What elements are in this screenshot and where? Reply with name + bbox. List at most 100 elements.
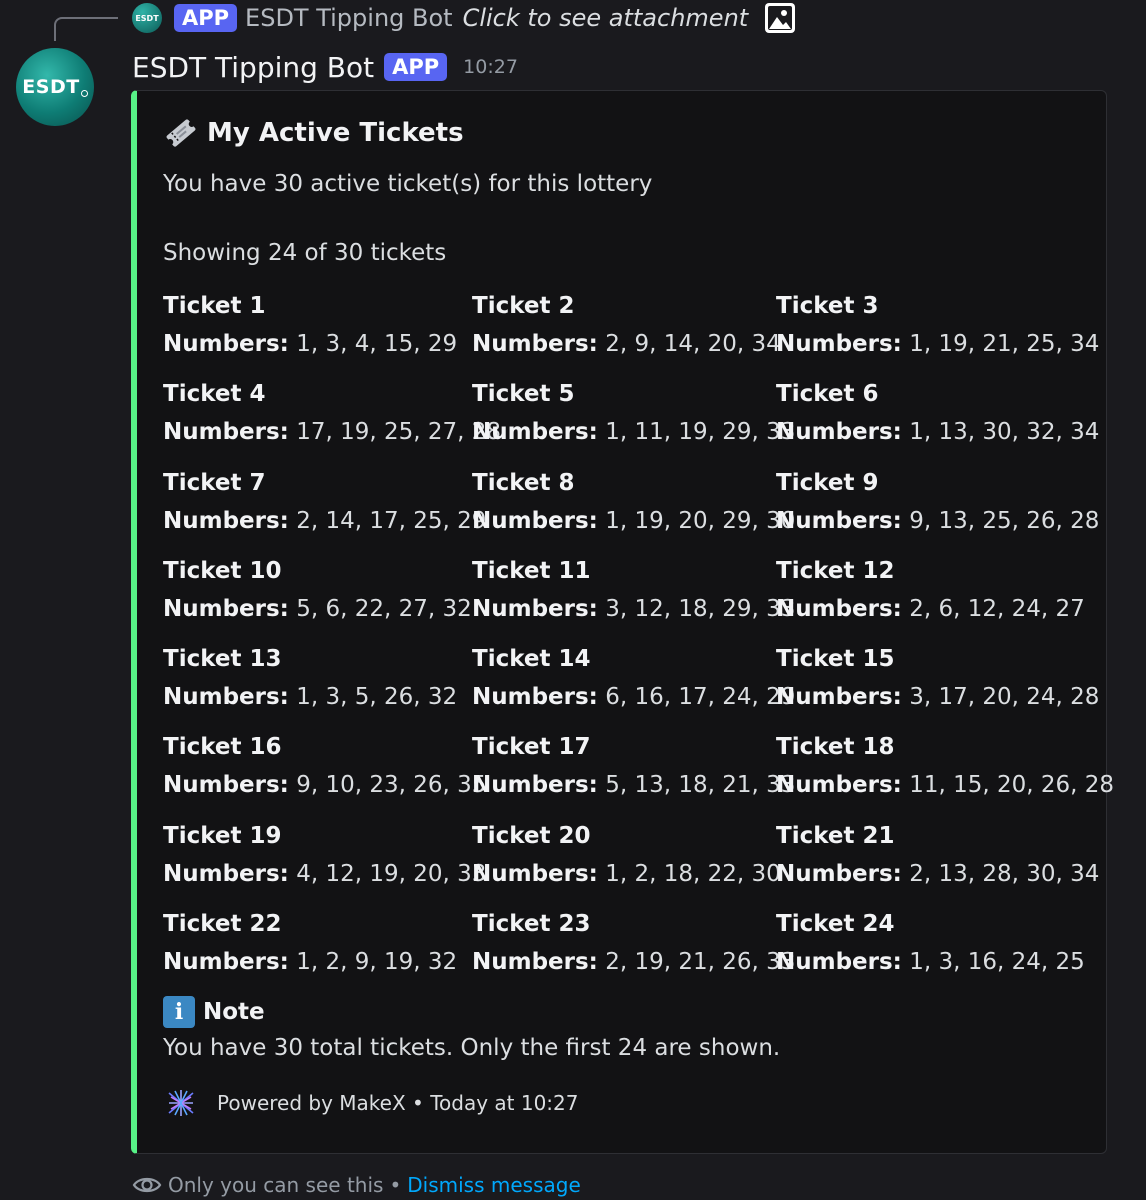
ticket-numbers-line: Numbers: 5, 6, 22, 27, 32 <box>163 590 472 628</box>
numbers-label: Numbers: <box>776 419 902 446</box>
ticket-entry: Ticket 4 Numbers: 17, 19, 25, 27, 28 <box>163 375 501 463</box>
ticket-entry: Ticket 12 Numbers: 2, 6, 12, 24, 27 <box>776 552 1096 640</box>
numbers-label: Numbers: <box>472 860 598 887</box>
message-timestamp[interactable]: 10:27 <box>463 56 518 78</box>
ticket-entry: Ticket 6 Numbers: 1, 13, 30, 32, 34 <box>776 375 1100 463</box>
footer-text: Powered by MakeX <box>217 1091 406 1115</box>
ticket-entry: Ticket 8 Numbers: 1, 19, 20, 29, 30 <box>472 464 795 552</box>
numbers-label: Numbers: <box>472 419 598 446</box>
ticket-numbers-line: Numbers: 2, 14, 17, 25, 29 <box>163 502 486 540</box>
ticket-entry: Ticket 18 Numbers: 11, 15, 20, 26, 28 <box>776 728 1114 816</box>
numbers-label: Numbers: <box>472 949 598 976</box>
ticket-name: Ticket 23 <box>472 911 591 938</box>
ticket-numbers: 1, 11, 19, 29, 33 <box>605 419 796 446</box>
numbers-label: Numbers: <box>776 331 902 357</box>
ticket-name: Ticket 11 <box>472 557 591 584</box>
ticket-numbers-line: Numbers: 1, 13, 30, 32, 34 <box>776 413 1100 451</box>
ticket-entry: Ticket 1 Numbers: 1, 3, 4, 15, 29 <box>163 287 472 375</box>
numbers-label: Numbers: <box>472 595 598 622</box>
ticket-name: Ticket 20 <box>472 822 591 849</box>
ticket-numbers: 11, 15, 20, 26, 28 <box>909 772 1115 799</box>
ticket-numbers: 1, 13, 30, 32, 34 <box>909 419 1100 446</box>
dismiss-message-link[interactable]: Dismiss message <box>407 1173 581 1197</box>
tickets-grid: Ticket 1 Numbers: 1, 3, 4, 15, 29 Ticket 2… <box>163 287 1114 993</box>
ticket-entry: Ticket 22 Numbers: 1, 2, 9, 19, 32 <box>163 905 472 993</box>
ticket-numbers-line: Numbers: 9, 13, 25, 26, 28 <box>776 502 1100 540</box>
ticket-numbers: 2, 9, 14, 20, 34 <box>605 331 781 357</box>
ticket-numbers-line: Numbers: 5, 13, 18, 21, 33 <box>472 766 795 804</box>
numbers-label: Numbers: <box>163 595 289 622</box>
reply-author[interactable]: ESDT Tipping Bot <box>245 4 453 32</box>
ticket-name: Ticket 21 <box>776 822 895 849</box>
bot-avatar[interactable]: ESDT <box>16 48 94 126</box>
ticket-entry: Ticket 7 Numbers: 2, 14, 17, 25, 29 <box>163 464 486 552</box>
note-text: You have 30 total tickets. Only the firs… <box>163 1035 781 1061</box>
ticket-numbers-line: Numbers: 1, 2, 9, 19, 32 <box>163 943 472 981</box>
ticket-numbers-line: Numbers: 1, 19, 21, 25, 34 <box>776 325 1099 363</box>
ticket-entry: Ticket 14 Numbers: 6, 16, 17, 24, 29 <box>472 640 795 728</box>
eye-icon <box>132 1170 162 1200</box>
ticket-numbers-line: Numbers: 11, 15, 20, 26, 28 <box>776 766 1114 804</box>
embed-card: My Active Tickets You have 30 active tic… <box>131 90 1114 1154</box>
numbers-label: Numbers: <box>472 772 598 799</box>
ticket-name: Ticket 8 <box>472 469 575 496</box>
ticket-numbers-line: Numbers: 1, 3, 5, 26, 32 <box>163 678 472 716</box>
ticket-numbers: 2, 14, 17, 25, 29 <box>296 507 487 534</box>
app-tag: APP <box>384 53 448 81</box>
info-icon: i <box>163 996 195 1028</box>
embed-description: You have 30 active ticket(s) for this lo… <box>163 171 653 197</box>
ticket-numbers: 2, 6, 12, 24, 27 <box>909 595 1085 622</box>
numbers-label: Numbers: <box>163 419 289 446</box>
note-heading: i Note <box>163 996 265 1028</box>
embed-showing-count: Showing 24 of 30 tickets <box>163 240 447 266</box>
ephemeral-text: Only you can see this <box>168 1173 384 1197</box>
ticket-numbers: 2, 19, 21, 26, 33 <box>605 949 796 976</box>
ticket-entry: Ticket 17 Numbers: 5, 13, 18, 21, 33 <box>472 728 795 816</box>
reply-avatar[interactable]: ESDT <box>132 3 162 33</box>
ticket-numbers-line: Numbers: 1, 11, 19, 29, 33 <box>472 413 795 451</box>
numbers-label: Numbers: <box>776 949 902 976</box>
makex-logo-icon <box>163 1085 199 1121</box>
numbers-label: Numbers: <box>163 331 289 357</box>
ticket-entry: Ticket 3 Numbers: 1, 19, 21, 25, 34 <box>776 287 1099 375</box>
ticket-entry: Ticket 20 Numbers: 1, 2, 18, 22, 30 <box>472 817 781 905</box>
ticket-name: Ticket 24 <box>776 911 895 938</box>
ticket-numbers-line: Numbers: 3, 12, 18, 29, 33 <box>472 590 795 628</box>
ticket-numbers-line: Numbers: 1, 3, 4, 15, 29 <box>163 325 472 363</box>
ticket-numbers: 9, 13, 25, 26, 28 <box>909 507 1100 534</box>
ticket-entry: Ticket 21 Numbers: 2, 13, 28, 30, 34 <box>776 817 1099 905</box>
embed-title-text: My Active Tickets <box>207 118 464 148</box>
ticket-entry: Ticket 2 Numbers: 2, 9, 14, 20, 34 <box>472 287 781 375</box>
ticket-numbers: 3, 17, 20, 24, 28 <box>909 684 1100 711</box>
ticket-name: Ticket 5 <box>472 381 575 408</box>
ticket-name: Ticket 9 <box>776 469 879 496</box>
ticket-numbers: 5, 13, 18, 21, 33 <box>605 772 796 799</box>
ticket-numbers-line: Numbers: 2, 13, 28, 30, 34 <box>776 855 1099 893</box>
ephemeral-notice: Only you can see this • Dismiss message <box>132 1168 581 1200</box>
ticket-numbers-line: Numbers: 6, 16, 17, 24, 29 <box>472 678 795 716</box>
ticket-name: Ticket 14 <box>472 646 591 673</box>
ticket-name: Ticket 17 <box>472 734 591 761</box>
ticket-numbers: 6, 16, 17, 24, 29 <box>605 684 796 711</box>
ticket-name: Ticket 3 <box>776 293 879 319</box>
reply-reference[interactable]: ESDT APP ESDT Tipping Bot Click to see a… <box>132 0 796 36</box>
ticket-numbers: 1, 3, 16, 24, 25 <box>909 949 1085 976</box>
numbers-label: Numbers: <box>776 684 902 711</box>
image-icon <box>764 2 796 34</box>
ticket-numbers-line: Numbers: 3, 17, 20, 24, 28 <box>776 678 1100 716</box>
ticket-numbers: 17, 19, 25, 27, 28 <box>296 419 502 446</box>
ticket-numbers-line: Numbers: 9, 10, 23, 26, 35 <box>163 766 486 804</box>
ticket-numbers-line: Numbers: 1, 3, 16, 24, 25 <box>776 943 1096 981</box>
ticket-entry: Ticket 5 Numbers: 1, 11, 19, 29, 33 <box>472 375 795 463</box>
author-name[interactable]: ESDT Tipping Bot <box>132 51 374 84</box>
ticket-numbers: 1, 3, 4, 15, 29 <box>296 331 458 357</box>
reply-attachment-link[interactable]: Click to see attachment <box>463 4 749 32</box>
numbers-label: Numbers: <box>163 772 289 799</box>
ticket-numbers: 4, 12, 19, 20, 33 <box>296 860 487 887</box>
ticket-name: Ticket 12 <box>776 557 895 584</box>
embed-title: My Active Tickets <box>163 115 464 151</box>
ticket-name: Ticket 15 <box>776 646 895 673</box>
ticket-numbers: 1, 2, 18, 22, 30 <box>605 860 781 887</box>
ticket-name: Ticket 7 <box>163 469 266 496</box>
ticket-numbers: 1, 2, 9, 19, 32 <box>296 949 458 976</box>
